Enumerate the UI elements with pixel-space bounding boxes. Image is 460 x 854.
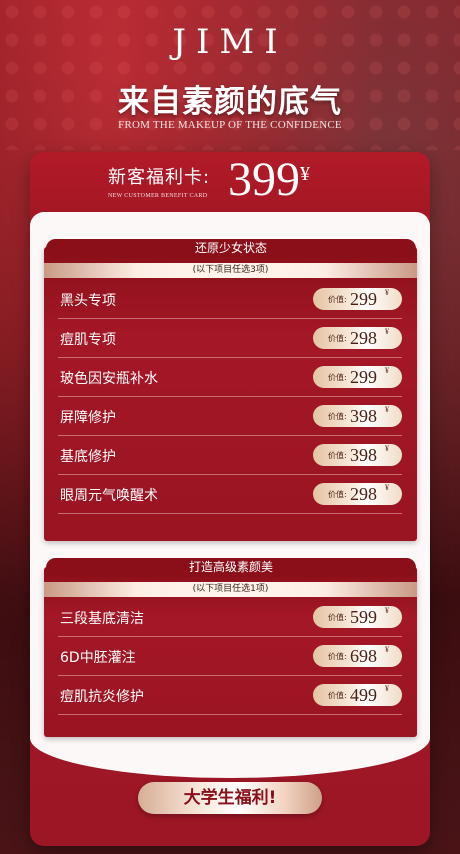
student-benefit-button[interactable]: 大学生福利! xyxy=(138,782,322,814)
price-label: 价值: xyxy=(328,613,347,622)
item-name: 三段基底清洁 xyxy=(60,611,144,627)
price-value: 298 xyxy=(350,328,377,348)
item-name: 6D中胚灌注 xyxy=(60,650,136,666)
item-name: 痘肌抗炎修护 xyxy=(60,689,144,705)
price-currency: ¥ xyxy=(385,684,389,693)
price-label: 价值: xyxy=(328,334,347,343)
price-label: 价值: xyxy=(328,490,347,499)
section-title: 打造高级素颜美 xyxy=(46,558,416,577)
card-subtext: NEW CUSTOMER BENEFIT CARD xyxy=(108,193,208,199)
price-currency: ¥ xyxy=(385,327,389,336)
price-currency: ¥ xyxy=(385,366,389,375)
section-note: (以下项目任选1项) xyxy=(44,582,417,597)
price-tag: 价值: 698 ¥ xyxy=(313,645,402,667)
price-label: 价值: xyxy=(328,691,347,700)
item-name: 玻色因安瓶补水 xyxy=(60,371,158,387)
price-label: 价值: xyxy=(328,295,347,304)
price-tag: 价值: 299 ¥ xyxy=(313,366,402,388)
item-name: 痘肌专项 xyxy=(60,332,116,348)
page-title: 来自素颜的底气 xyxy=(118,84,342,120)
price-label: 价值: xyxy=(328,652,347,661)
price-tag: 价值: 299 ¥ xyxy=(313,288,402,310)
price-tag: 价值: 398 ¥ xyxy=(313,405,402,427)
list-item[interactable]: 三段基底清洁 价值: 599 ¥ xyxy=(58,598,402,637)
price-currency: ¥ xyxy=(385,645,389,654)
price-tag: 价值: 499 ¥ xyxy=(313,684,402,706)
price-value: 398 xyxy=(350,445,377,465)
price-tag: 价值: 398 ¥ xyxy=(313,444,402,466)
card-price-value: 399 xyxy=(228,153,300,206)
price-currency: ¥ xyxy=(385,444,389,453)
page-subtitle: FROM THE MAKEUP OF THE CONFIDENCE xyxy=(118,119,342,131)
price-tag: 价值: 298 ¥ xyxy=(313,327,402,349)
list-item[interactable]: 眼周元气唤醒术 价值: 298 ¥ xyxy=(58,475,402,514)
list-item[interactable]: 6D中胚灌注 价值: 698 ¥ xyxy=(58,637,402,676)
price-label: 价值: xyxy=(328,451,347,460)
price-tag: 价值: 298 ¥ xyxy=(313,483,402,505)
list-item[interactable]: 痘肌专项 价值: 298 ¥ xyxy=(58,319,402,358)
price-tag: 价值: 599 ¥ xyxy=(313,606,402,628)
list-item[interactable]: 玻色因安瓶补水 价值: 299 ¥ xyxy=(58,358,402,397)
price-value: 299 xyxy=(350,289,377,309)
price-value: 698 xyxy=(350,646,377,666)
section-title: 还原少女状态 xyxy=(46,239,416,258)
price-value: 299 xyxy=(350,367,377,387)
price-label: 价值: xyxy=(328,373,347,382)
card-label: 新客福利卡: xyxy=(108,163,210,189)
price-currency: ¥ xyxy=(385,606,389,615)
price-value: 599 xyxy=(350,607,377,627)
price-value: 298 xyxy=(350,484,377,504)
card-price: 399¥ xyxy=(228,150,310,210)
list-item[interactable]: 基底修护 价值: 398 ¥ xyxy=(58,436,402,475)
card-price-currency: ¥ xyxy=(300,163,310,185)
section-note: (以下项目任选3项) xyxy=(44,263,417,278)
list-item[interactable]: 黑头专项 价值: 299 ¥ xyxy=(58,280,402,319)
item-name: 屏障修护 xyxy=(60,410,116,426)
item-name: 基底修护 xyxy=(60,449,116,465)
price-value: 398 xyxy=(350,406,377,426)
price-currency: ¥ xyxy=(385,405,389,414)
card-label-text: 新客福利卡: xyxy=(108,167,211,188)
list-item[interactable]: 痘肌抗炎修护 价值: 499 ¥ xyxy=(58,676,402,715)
brand-logo: JIMI xyxy=(172,22,288,62)
item-name: 黑头专项 xyxy=(60,293,116,309)
price-currency: ¥ xyxy=(385,483,389,492)
price-currency: ¥ xyxy=(385,288,389,297)
price-label: 价值: xyxy=(328,412,347,421)
list-item[interactable]: 屏障修护 价值: 398 ¥ xyxy=(58,397,402,436)
price-value: 499 xyxy=(350,685,377,705)
item-name: 眼周元气唤醒术 xyxy=(60,488,158,504)
